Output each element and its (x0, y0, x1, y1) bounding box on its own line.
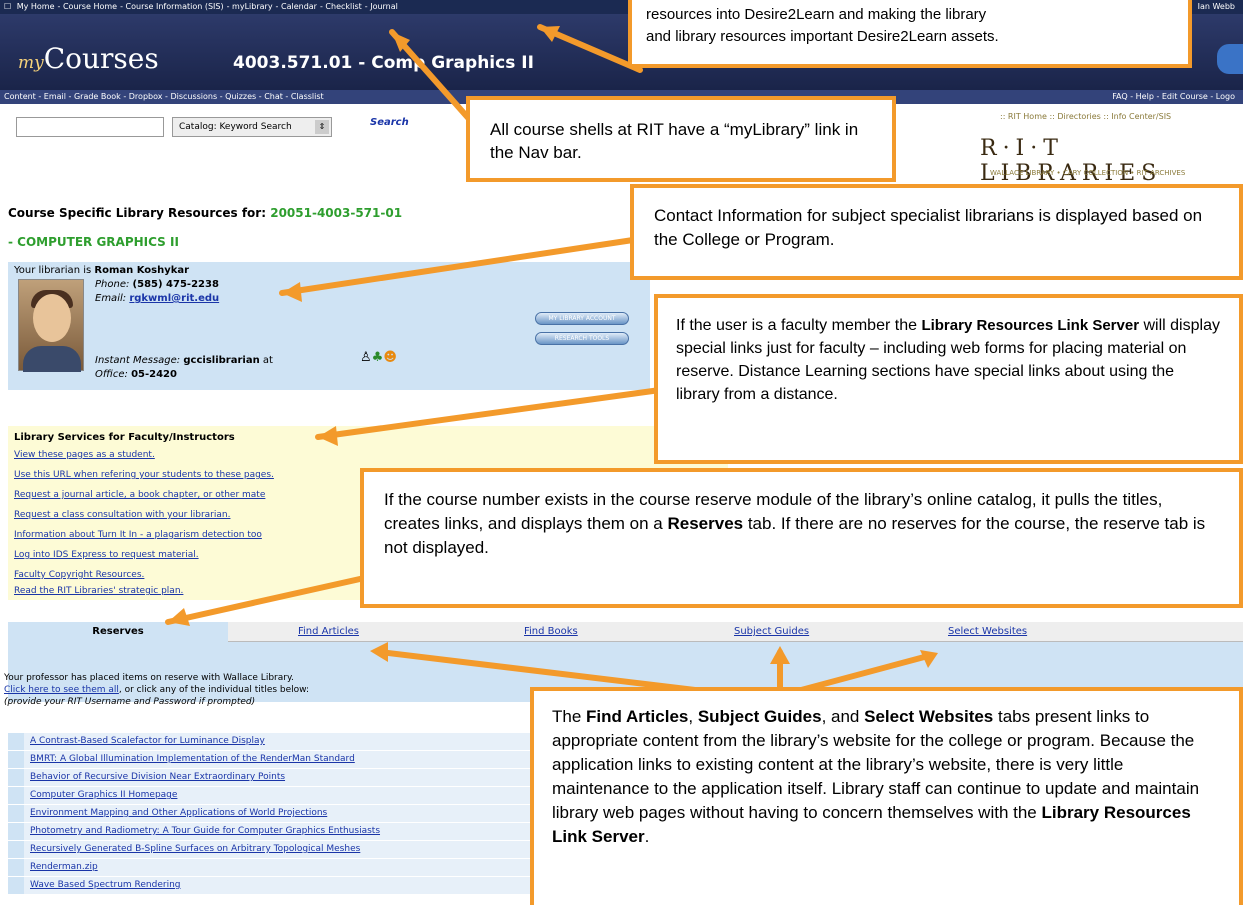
callout-faculty-links: If the user is a faculty member the Libr… (654, 294, 1243, 464)
arrow-to-faculty-services (315, 387, 663, 440)
arrow-to-librarian-contact (279, 237, 636, 296)
callout-resource-tabs: The Find Articles, Subject Guides, and S… (530, 687, 1243, 905)
callout-contact-info: Contact Information for subject speciali… (630, 184, 1243, 280)
callout-integration: resources into Desire2Learn and making t… (628, 0, 1192, 68)
callout-reserves: If the course number exists in the cours… (360, 468, 1243, 608)
callout-mylibrary-link: All course shells at RIT have a “myLibra… (466, 96, 896, 182)
